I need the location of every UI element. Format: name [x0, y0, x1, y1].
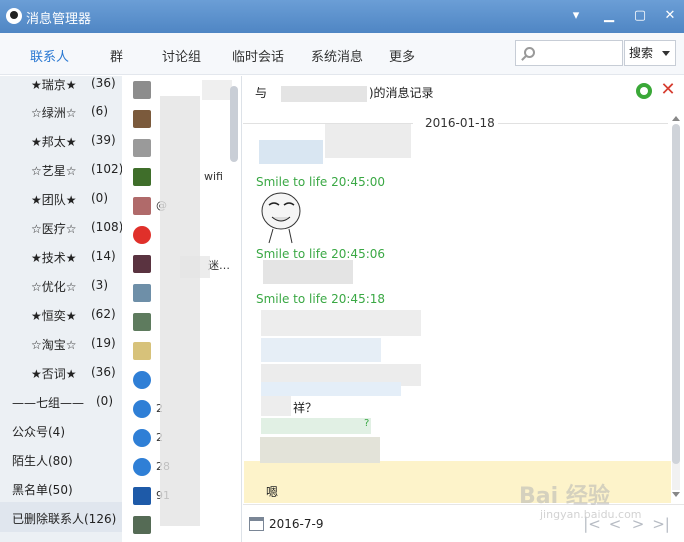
baidu-watermark: Bai 经验 [519, 484, 610, 509]
avatar [133, 313, 151, 331]
tab-more[interactable]: 更多 [389, 46, 415, 65]
last-page-icon[interactable]: >| [652, 514, 670, 534]
message-panel: 与 )的消息记录 ✕ 2016-01-18 Smile to life 20:4… [243, 76, 684, 542]
avatar [133, 255, 151, 273]
redaction-blur [202, 80, 232, 100]
group-list: ★瑞京★ (36) ☆绿洲☆ (6) ★邦太★ (39) ☆艺星☆ (102) ★团队★… [0, 76, 123, 542]
watermark-url: jingyan.baidu.com [540, 508, 642, 521]
avatar [133, 429, 151, 447]
tab-system-messages[interactable]: 系统消息 [311, 46, 363, 65]
redaction-blur [261, 396, 291, 416]
redaction-blur [280, 85, 367, 102]
close-button[interactable]: ✕ [659, 6, 681, 26]
avatar [133, 168, 151, 186]
group-item[interactable]: 陌生人(80) [12, 452, 120, 468]
redaction-blur [180, 256, 210, 278]
group-item[interactable]: ★邦太★ (39) [31, 133, 121, 149]
message-meta: Smile to life 20:45:06 [256, 247, 386, 261]
menu-dropdown-button[interactable]: ▾ [565, 6, 587, 26]
group-item[interactable]: ☆艺星☆ (102) [31, 162, 123, 178]
tab-temp-session[interactable]: 临时会话 [232, 46, 284, 65]
group-item[interactable]: 公众号(4) [12, 423, 120, 439]
search-box[interactable] [515, 40, 623, 66]
redaction-blur [259, 140, 323, 164]
conversation-header: 与 )的消息记录 [255, 85, 434, 102]
avatar [133, 487, 151, 505]
avatar [133, 371, 151, 389]
redaction-blur [160, 96, 200, 526]
message-text: 嗯 [266, 485, 279, 499]
group-item-deleted-contacts[interactable]: 已删除联系人(126) [0, 502, 122, 532]
avatar [133, 139, 151, 157]
redaction-blur [260, 437, 380, 463]
redaction-blur [261, 418, 371, 434]
avatar [133, 400, 151, 418]
qq-penguin-icon [6, 8, 22, 24]
group-item[interactable]: ★团队★ (0) [31, 191, 121, 207]
group-item[interactable]: ☆优化☆ (3) [31, 278, 121, 294]
search-input[interactable] [540, 43, 620, 63]
date-separator: 2016-01-18 [243, 116, 668, 130]
contact-scrollbar[interactable] [230, 86, 238, 162]
tab-contacts[interactable]: 联系人 [30, 46, 69, 65]
contact-list: wifi @ 迷… 2 2 28 91 [122, 76, 242, 542]
maximize-button[interactable]: ▢ [629, 6, 651, 26]
group-item[interactable]: ★否词★ (36) [31, 365, 121, 381]
search-icon [524, 47, 535, 58]
message-text: 祥？ [293, 401, 318, 415]
refresh-icon[interactable] [636, 83, 652, 99]
scroll-down-icon[interactable] [672, 492, 680, 497]
group-item[interactable]: ★技术★ (14) [31, 249, 121, 265]
avatar [133, 284, 151, 302]
title-bar: 消息管理器 ▾ ▁ ▢ ✕ [0, 0, 684, 33]
group-item[interactable]: ☆绿洲☆ (6) [31, 104, 121, 120]
avatar [133, 110, 151, 128]
redaction-blur [261, 382, 401, 396]
group-item[interactable]: ★瑞京★ (36) [31, 76, 121, 92]
search-button-label: 搜索 [629, 46, 654, 60]
avatar [133, 516, 151, 534]
redaction-blur [263, 260, 353, 284]
meme-face-sticker [261, 192, 301, 244]
redaction-blur [325, 124, 411, 158]
message-meta: Smile to life 20:45:00 [256, 175, 386, 189]
search-button[interactable]: 搜索 [624, 40, 676, 66]
footer-date[interactable]: 2016-7-9 [269, 517, 323, 531]
message-scrollbar[interactable] [670, 116, 682, 501]
tab-discussion[interactable]: 讨论组 [162, 46, 201, 65]
scroll-up-icon[interactable] [672, 116, 680, 121]
avatar [133, 458, 151, 476]
avatar [133, 197, 151, 215]
group-item[interactable]: ☆淘宝☆ (19) [31, 336, 121, 352]
scrollbar-thumb[interactable] [672, 124, 680, 464]
tab-groups[interactable]: 群 [110, 46, 123, 65]
group-item[interactable]: ☆医疗☆ (108) [31, 220, 123, 236]
minimize-button[interactable]: ▁ [598, 6, 620, 26]
qq-penguin-icon [133, 226, 151, 244]
window-title: 消息管理器 [26, 12, 92, 27]
calendar-icon[interactable] [249, 517, 264, 531]
message-meta: Smile to life 20:45:18 [256, 292, 386, 306]
redaction-blur [261, 310, 421, 336]
group-item[interactable]: 黑名单(50) [12, 481, 120, 497]
group-item[interactable]: ★恒奕★ (62) [31, 307, 121, 323]
group-item[interactable]: ——七组—— (0) [12, 394, 120, 410]
nav-bar: 联系人 群 讨论组 临时会话 系统消息 更多 搜索 [0, 33, 684, 75]
delete-icon[interactable]: ✕ [659, 80, 677, 100]
chevron-down-icon[interactable] [662, 51, 670, 56]
avatar [133, 342, 151, 360]
avatar [133, 81, 151, 99]
redaction-blur [261, 338, 381, 362]
